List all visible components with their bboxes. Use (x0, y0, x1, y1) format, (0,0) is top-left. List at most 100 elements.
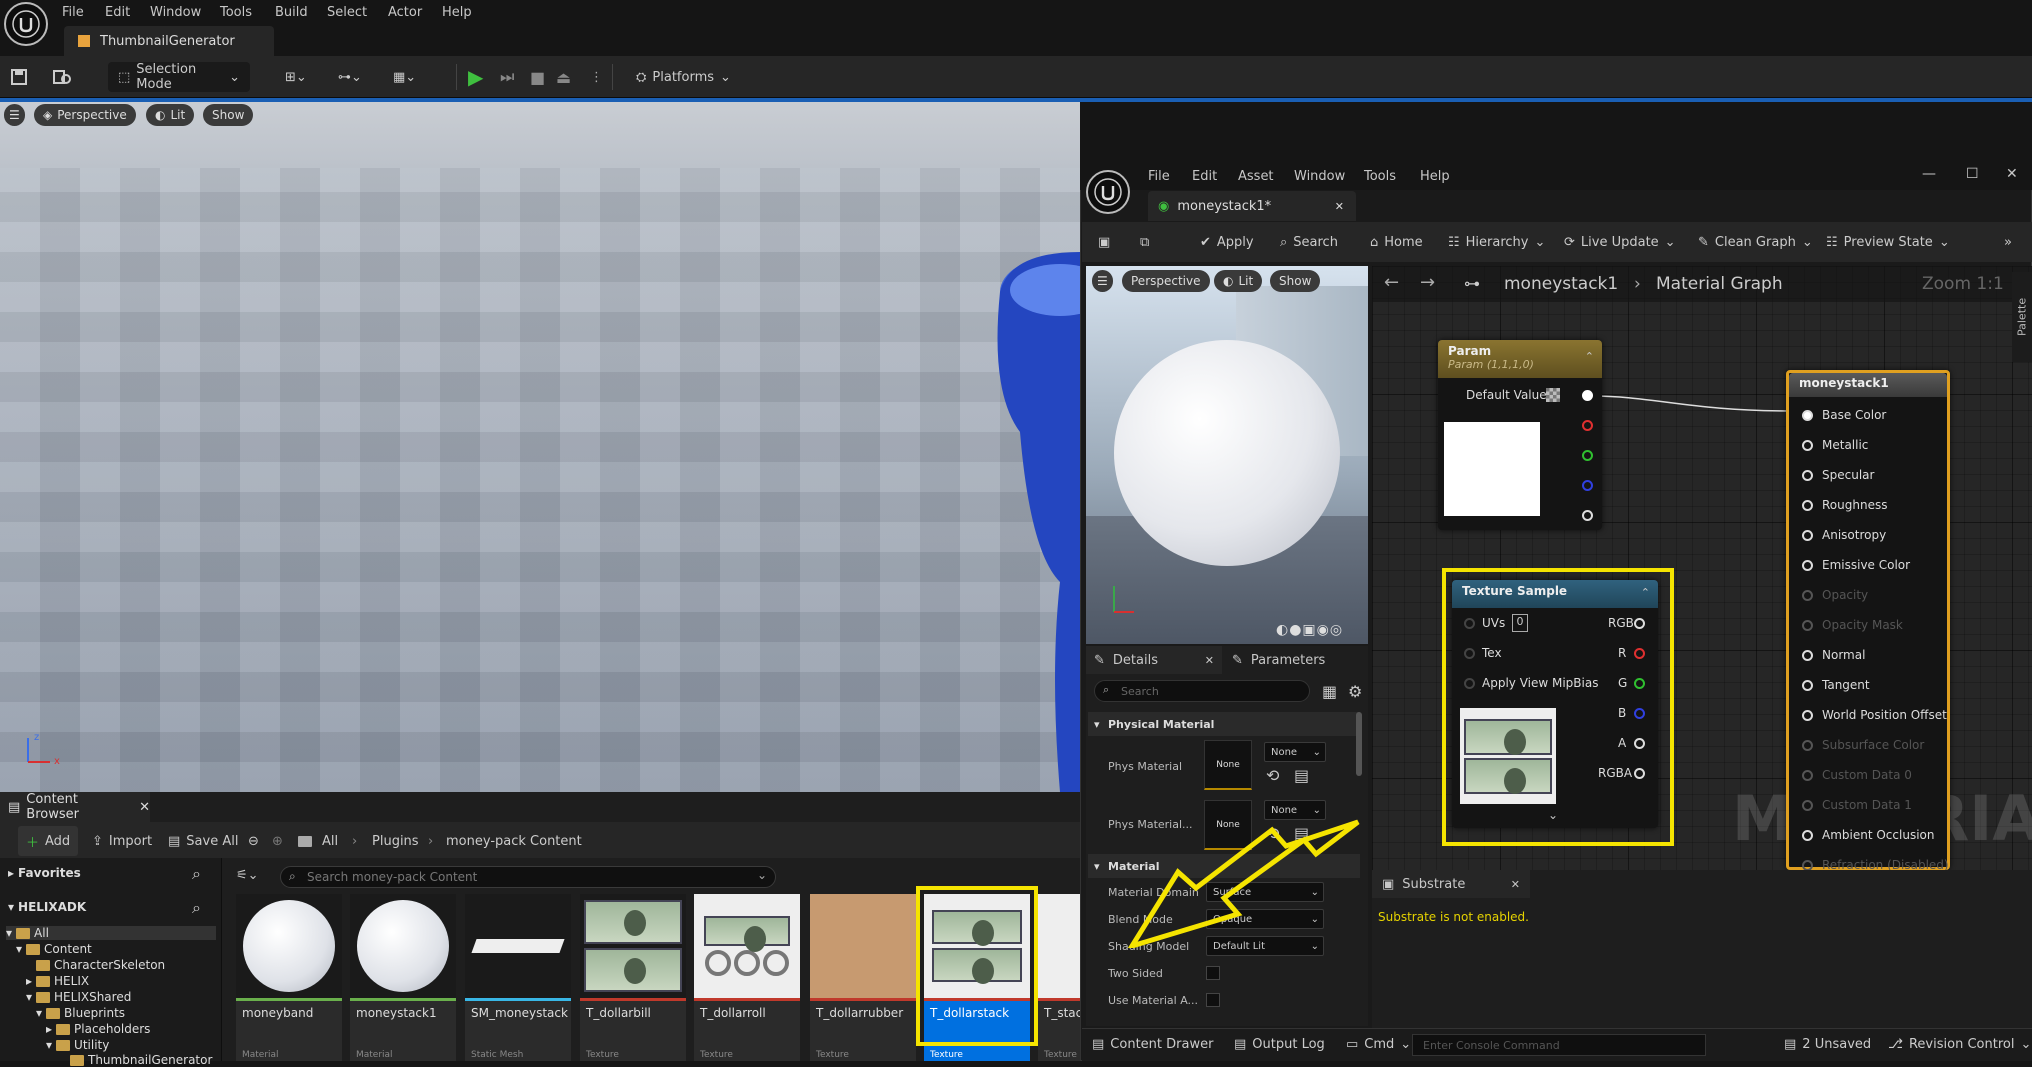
tree-content[interactable]: ▾ Content (16, 942, 92, 956)
result-input-pin[interactable] (1802, 440, 1813, 451)
use-selected-icon[interactable]: ⟲ (1266, 766, 1279, 785)
result-input-pin[interactable] (1802, 710, 1813, 721)
tree-helixshared[interactable]: ▾ HELIXShared (26, 990, 131, 1004)
more-options-icon[interactable]: ⋮ (590, 62, 603, 92)
search-icon[interactable]: ⌕ (192, 864, 201, 884)
add-actor-icon[interactable]: ⊞⌄ (285, 62, 307, 92)
live-update-button[interactable]: ⟳ Live Update ⌄ (1564, 227, 1676, 257)
maximize-icon[interactable]: ☐ (1966, 166, 1979, 182)
history-back-icon[interactable]: ⊖ (248, 826, 259, 856)
output-pin-rgb[interactable] (1582, 390, 1593, 401)
close-icon[interactable]: ✕ (1205, 654, 1214, 667)
preview-shape-icons[interactable]: ◐●▣◉◎ (1276, 622, 1343, 638)
minimize-icon[interactable]: — (1922, 166, 1936, 182)
asset-tile[interactable]: T_dollarbill Texture (580, 894, 686, 1061)
result-input-pin[interactable] (1802, 620, 1813, 631)
menu-actor[interactable]: Actor (388, 0, 422, 26)
save-all-button[interactable]: ▤ Save All (168, 826, 238, 856)
me-menu-file[interactable]: File (1148, 164, 1170, 190)
breadcrumb-money-pack[interactable]: money-pack Content (446, 826, 582, 856)
project-section[interactable]: ▾ HELIXADK (8, 900, 86, 914)
param-node[interactable]: Param Param (1,1,1,0) ⌃ Default Value (1438, 340, 1602, 530)
add-button[interactable]: ＋ Add (18, 826, 79, 856)
output-pin-b[interactable] (1582, 480, 1593, 491)
graph-breadcrumb-graph[interactable]: Material Graph (1656, 274, 1783, 294)
level-tab[interactable]: ThumbnailGenerator (64, 26, 274, 56)
material-tab[interactable]: ◉ moneystack1* ✕ (1148, 191, 1356, 221)
unsaved-button[interactable]: ▤ 2 Unsaved (1784, 1029, 1871, 1059)
import-button[interactable]: ⇪ Import (92, 826, 152, 856)
revision-control-button[interactable]: ⎇ Revision Control ⌄ (1888, 1029, 2031, 1059)
forward-arrow-icon[interactable]: → (1420, 272, 1435, 293)
tree-utility[interactable]: ▾ Utility (46, 1038, 109, 1052)
result-input-pin[interactable] (1802, 830, 1813, 841)
tree-thumbnailgenerator[interactable]: ThumbnailGenerator (70, 1053, 212, 1067)
details-scrollbar[interactable] (1356, 712, 1362, 776)
result-input-pin[interactable] (1802, 770, 1813, 781)
browse-icon[interactable]: ⧉ (1140, 227, 1149, 257)
me-menu-tools[interactable]: Tools (1364, 164, 1396, 190)
menu-edit[interactable]: Edit (105, 0, 130, 26)
history-forward-icon[interactable]: ⊕ (272, 826, 283, 856)
search-icon[interactable]: ⌕ (192, 898, 201, 918)
console-input[interactable]: Enter Console Command (1412, 1034, 1706, 1056)
menu-file[interactable]: File (62, 0, 84, 26)
hierarchy-button[interactable]: ☷ Hierarchy ⌄ (1448, 227, 1545, 257)
blueprint-icon[interactable]: ⊶⌄ (338, 62, 362, 92)
menu-window[interactable]: Window (150, 0, 201, 26)
preview-show-button[interactable]: Show (1270, 270, 1321, 292)
cmd-button[interactable]: ▭ Cmd ⌄ (1346, 1029, 1411, 1059)
phys-material-dropdown[interactable]: None ⌄ (1264, 742, 1326, 762)
result-input-pin[interactable] (1802, 410, 1813, 421)
asset-tile[interactable]: moneystack1 Material (350, 894, 456, 1061)
result-input-pin[interactable] (1802, 740, 1813, 751)
output-pin-r[interactable] (1582, 420, 1593, 431)
collapse-icon[interactable]: ⌃ (1585, 350, 1594, 363)
play-icon[interactable]: ▶ (468, 62, 483, 92)
cinematics-icon[interactable]: ▦⌄ (393, 62, 416, 92)
browse-icon[interactable] (52, 62, 72, 92)
preview-lit-button[interactable]: ◐ Lit (1214, 270, 1263, 292)
breadcrumb-all[interactable]: All (322, 826, 338, 856)
favorites-section[interactable]: ▸ Favorites (8, 866, 81, 880)
content-browser-tab[interactable]: ▤ Content Browser ✕ (0, 792, 150, 822)
unreal-logo-icon[interactable] (4, 2, 48, 46)
content-drawer-button[interactable]: ▤ Content Drawer (1092, 1029, 1213, 1059)
search-button[interactable]: ⌕ Search (1280, 227, 1338, 257)
graph-breadcrumb-asset[interactable]: moneystack1 (1504, 274, 1618, 294)
result-input-pin[interactable] (1802, 470, 1813, 481)
blue-cylinder-actor[interactable] (990, 252, 1080, 792)
tree-blueprints[interactable]: ▾ Blueprints (36, 1006, 125, 1020)
tree-helix[interactable]: ▸ HELIX (26, 974, 89, 988)
result-input-pin[interactable] (1802, 560, 1813, 571)
asset-tile[interactable]: SM_moneystack Static Mesh (465, 894, 571, 1061)
preview-options-button[interactable]: ☰ (1092, 270, 1113, 292)
show-button[interactable]: Show (203, 104, 254, 126)
eject-icon[interactable]: ⏏ (556, 62, 571, 92)
perspective-button[interactable]: ◈ Perspective (34, 104, 136, 126)
breadcrumb-plugins[interactable]: Plugins (372, 826, 419, 856)
viewport-options-button[interactable]: ☰ (4, 104, 25, 126)
preview-perspective-button[interactable]: Perspective (1122, 270, 1210, 292)
expand-toolbar-icon[interactable]: » (2004, 227, 2012, 257)
substrate-tab[interactable]: ▣ Substrate ✕ (1372, 870, 1530, 898)
menu-tools[interactable]: Tools (220, 0, 252, 26)
save-icon[interactable]: ▣ (1098, 227, 1110, 257)
platforms-button[interactable]: ⛭ Platforms ⌄ (636, 62, 731, 92)
me-menu-asset[interactable]: Asset (1238, 164, 1274, 190)
me-menu-edit[interactable]: Edit (1192, 164, 1217, 190)
param-node-header[interactable]: Param Param (1,1,1,0) (1438, 340, 1602, 378)
output-pin-a[interactable] (1582, 510, 1593, 521)
color-swatch[interactable] (1546, 388, 1560, 402)
table-view-icon[interactable]: ▦ (1322, 682, 1337, 701)
unreal-logo-icon[interactable] (1086, 170, 1130, 214)
tree-characterskeleton[interactable]: CharacterSkeleton (36, 958, 165, 972)
use-material-checkbox[interactable] (1206, 993, 1220, 1007)
parameters-tab[interactable]: ✎ Parameters (1224, 646, 1368, 674)
filter-icon[interactable]: ⚟⌄ (236, 868, 259, 883)
asset-tile[interactable]: T_stac Texture (1038, 894, 1080, 1061)
close-icon[interactable]: ✕ (139, 800, 150, 815)
result-input-pin[interactable] (1802, 530, 1813, 541)
asset-tile[interactable]: T_dollarrubber Texture (810, 894, 916, 1061)
asset-tile[interactable]: T_dollarroll Texture (694, 894, 800, 1061)
